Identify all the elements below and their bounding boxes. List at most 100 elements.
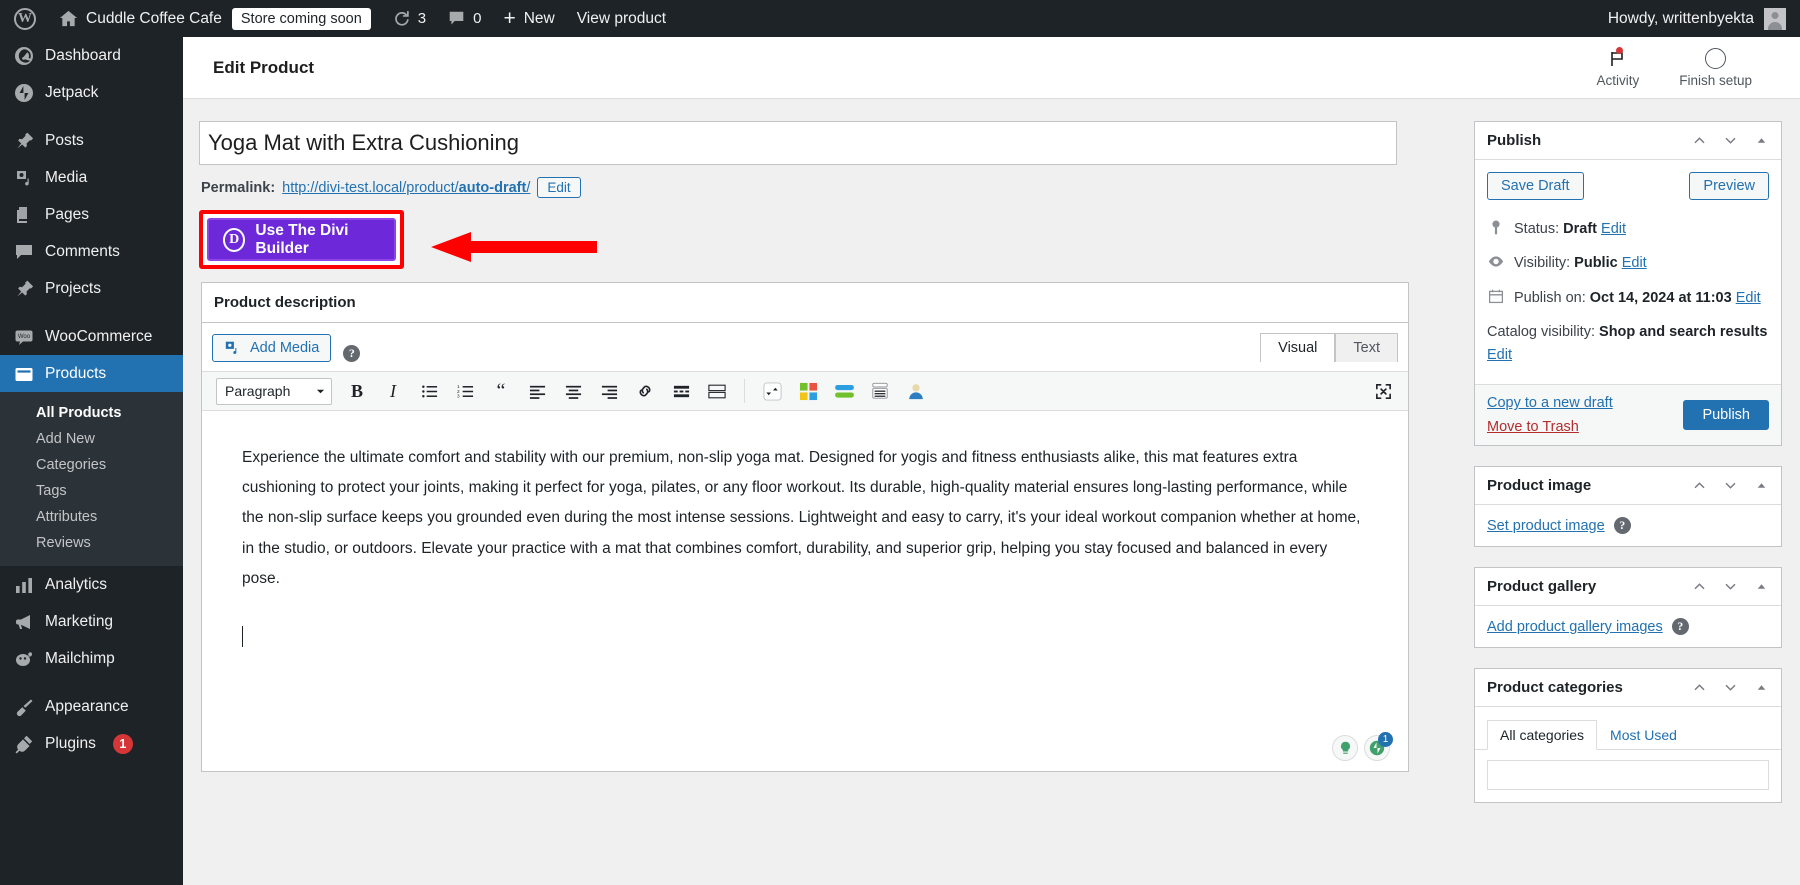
jetpack-logo-icon[interactable]: 1 <box>1364 732 1393 761</box>
plug-icon <box>15 735 33 753</box>
panel-title: Product image <box>1487 477 1592 495</box>
use-divi-builder-button[interactable]: D Use The Divi Builder <box>207 218 396 261</box>
move-up-icon[interactable] <box>1692 478 1707 493</box>
product-gallery-body: Add product gallery images ? <box>1475 606 1781 647</box>
toolbar-toggle-icon[interactable] <box>761 380 783 402</box>
woo-icon: Woo <box>15 330 33 345</box>
help-icon[interactable]: ? <box>1613 517 1631 535</box>
move-down-icon[interactable] <box>1723 133 1738 148</box>
site-name-menu[interactable]: Cuddle Coffee Cafe Store coming soon <box>48 0 382 37</box>
add-media-button[interactable]: Add Media <box>212 334 332 362</box>
tab-most-used[interactable]: Most Used <box>1597 720 1690 750</box>
categories-tabs: All categories Most Used <box>1475 719 1781 751</box>
link-icon[interactable] <box>634 380 656 402</box>
fullscreen-icon[interactable] <box>1372 380 1394 402</box>
publish-button[interactable]: Publish <box>1683 400 1769 431</box>
menu-separator <box>0 677 183 688</box>
toggle-panel-icon[interactable] <box>1754 133 1769 148</box>
chart-icon <box>16 577 32 593</box>
toggle-panel-icon[interactable] <box>1754 478 1769 493</box>
add-gallery-images-link[interactable]: Add product gallery images <box>1487 619 1663 635</box>
numbered-list-icon[interactable]: 123 <box>454 380 476 402</box>
sidebar-item-comments[interactable]: Comments <box>0 233 183 270</box>
sidebar-item-analytics[interactable]: Analytics <box>0 566 183 603</box>
help-icon[interactable]: ? <box>1671 618 1689 636</box>
preview-button[interactable]: Preview <box>1689 172 1769 200</box>
admin-bar: Cuddle Coffee Cafe Store coming soon 3 0… <box>0 0 1800 37</box>
jetpack-bulb-icon[interactable] <box>1332 735 1358 761</box>
my-account-menu[interactable]: Howdy, writtenbyekta <box>1597 0 1790 37</box>
wp-logo-menu[interactable] <box>0 0 48 37</box>
publish-panel-body: Save Draft Preview Status: Draft Edit Vi… <box>1475 160 1781 384</box>
help-icon[interactable]: ? <box>343 345 361 362</box>
product-title-input[interactable] <box>199 121 1397 165</box>
sidebar-item-mailchimp[interactable]: Mailchimp <box>0 640 183 677</box>
updates-menu[interactable]: 3 <box>382 0 437 37</box>
save-draft-button[interactable]: Save Draft <box>1487 172 1584 200</box>
submenu-item-tags[interactable]: Tags <box>0 478 183 504</box>
edit-status-link[interactable]: Edit <box>1601 221 1626 237</box>
permalink-link[interactable]: http://divi-test.local/product/auto-draf… <box>282 180 530 196</box>
sidebar-item-projects[interactable]: Projects <box>0 270 183 307</box>
new-content-menu[interactable]: + New <box>492 0 565 37</box>
edit-visibility-link[interactable]: Edit <box>1622 255 1647 271</box>
paragraph-format-select[interactable]: Paragraph <box>216 377 332 405</box>
person-icon[interactable] <box>905 380 927 402</box>
move-up-icon[interactable] <box>1692 579 1707 594</box>
move-down-icon[interactable] <box>1723 478 1738 493</box>
align-right-icon[interactable] <box>598 380 620 402</box>
submenu-item-reviews[interactable]: Reviews <box>0 530 183 556</box>
edit-catalog-link[interactable]: Edit <box>1487 347 1512 363</box>
categories-list[interactable] <box>1487 760 1769 791</box>
comment-icon <box>449 11 464 25</box>
submenu-item-categories[interactable]: Categories <box>0 452 183 478</box>
bulleted-list-icon[interactable] <box>418 380 440 402</box>
sidebar-item-dashboard[interactable]: Dashboard <box>0 37 183 74</box>
bold-icon[interactable]: B <box>346 380 368 402</box>
sidebar-item-pages[interactable]: Pages <box>0 196 183 233</box>
layout-icon[interactable] <box>869 380 891 402</box>
tab-all-categories[interactable]: All categories <box>1487 720 1598 751</box>
toggle-panel-icon[interactable] <box>1754 680 1769 695</box>
edit-publish-date-link[interactable]: Edit <box>1736 290 1761 306</box>
keyboard-shortcuts-icon[interactable] <box>706 380 728 402</box>
finish-setup-button[interactable]: Finish setup <box>1679 48 1752 88</box>
move-to-trash-link[interactable]: Move to Trash <box>1487 419 1613 435</box>
comments-menu[interactable]: 0 <box>437 0 492 37</box>
move-up-icon[interactable] <box>1692 680 1707 695</box>
green-bars-icon[interactable] <box>833 380 855 402</box>
blockquote-icon[interactable]: “ <box>490 380 512 402</box>
sidebar-item-marketing[interactable]: Marketing <box>0 603 183 640</box>
move-up-icon[interactable] <box>1692 133 1707 148</box>
progress-circle-icon <box>1705 48 1727 70</box>
sidebar-item-media[interactable]: Media <box>0 159 183 196</box>
read-more-icon[interactable] <box>670 380 692 402</box>
copy-to-new-draft-link[interactable]: Copy to a new draft <box>1487 395 1613 411</box>
align-center-icon[interactable] <box>562 380 584 402</box>
sidebar-item-posts[interactable]: Posts <box>0 122 183 159</box>
tab-visual[interactable]: Visual <box>1260 333 1336 362</box>
move-down-icon[interactable] <box>1723 680 1738 695</box>
sidebar-item-woocommerce[interactable]: Woo WooCommerce <box>0 318 183 355</box>
submenu-item-add-new[interactable]: Add New <box>0 426 183 452</box>
sidebar-item-plugins[interactable]: Plugins 1 <box>0 725 183 762</box>
product-gallery-header: Product gallery <box>1475 568 1781 607</box>
submenu-item-all-products[interactable]: All Products <box>0 400 183 426</box>
sidebar-item-products[interactable]: Products <box>0 355 183 392</box>
description-editor-body[interactable]: Experience the ultimate comfort and stab… <box>202 411 1408 771</box>
align-left-icon[interactable] <box>526 380 548 402</box>
edit-permalink-button[interactable]: Edit <box>537 177 581 198</box>
italic-icon[interactable]: I <box>382 380 404 402</box>
view-product-link[interactable]: View product <box>566 0 677 37</box>
move-down-icon[interactable] <box>1723 579 1738 594</box>
set-product-image-link[interactable]: Set product image <box>1487 518 1605 534</box>
color-grid-icon[interactable] <box>797 380 819 402</box>
sidebar-item-label: Marketing <box>45 612 114 630</box>
activity-button[interactable]: Activity <box>1596 46 1639 88</box>
toggle-panel-icon[interactable] <box>1754 579 1769 594</box>
tab-text[interactable]: Text <box>1335 333 1398 362</box>
sidebar-item-jetpack[interactable]: Jetpack <box>0 74 183 111</box>
store-coming-soon-badge[interactable]: Store coming soon <box>231 7 371 30</box>
sidebar-item-appearance[interactable]: Appearance <box>0 688 183 725</box>
submenu-item-attributes[interactable]: Attributes <box>0 504 183 530</box>
